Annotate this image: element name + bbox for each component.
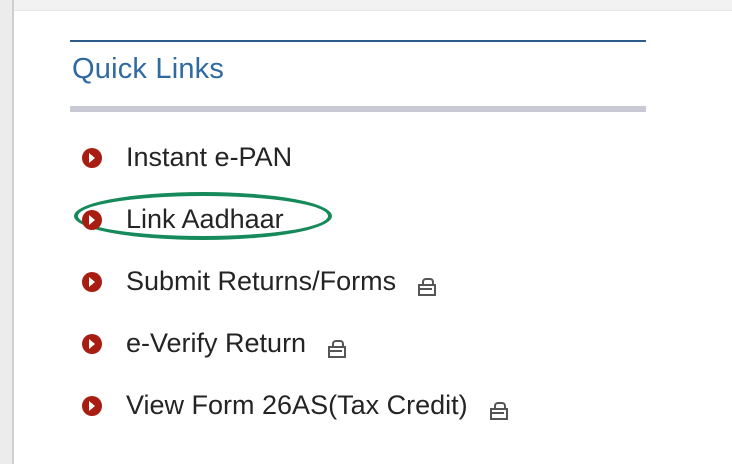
quick-link-label[interactable]: e-Verify Return (126, 326, 306, 360)
title-rule-top (70, 40, 646, 42)
quick-links-title: Quick Links (72, 53, 225, 85)
quick-links-list: Instant e-PAN Link Aadhaar Submit Return… (74, 140, 508, 450)
quick-link-link-aadhaar[interactable]: Link Aadhaar (74, 192, 508, 264)
quick-link-label[interactable]: Instant e-PAN (126, 140, 292, 174)
page: Quick Links Instant e-PAN Link Aadhaar S… (0, 0, 732, 464)
play-circle-icon (82, 210, 102, 230)
lock-icon (489, 402, 508, 420)
quick-link-label[interactable]: View Form 26AS(Tax Credit) (126, 388, 468, 422)
quick-link-instant-epan[interactable]: Instant e-PAN (82, 140, 508, 202)
lock-icon (418, 278, 437, 296)
quick-link-label[interactable]: Submit Returns/Forms (126, 264, 396, 298)
left-border (0, 0, 14, 464)
play-circle-icon (82, 396, 102, 416)
lock-icon (328, 340, 347, 358)
quick-link-label[interactable]: Link Aadhaar (126, 202, 284, 236)
play-circle-icon (82, 334, 102, 354)
quick-link-view-form-26as[interactable]: View Form 26AS(Tax Credit) (82, 388, 508, 450)
quick-links-panel: Quick Links Instant e-PAN Link Aadhaar S… (70, 40, 646, 450)
play-circle-icon (82, 148, 102, 168)
quick-link-submit-returns-forms[interactable]: Submit Returns/Forms (82, 264, 508, 326)
play-circle-icon (82, 272, 102, 292)
title-rule-bottom (70, 106, 646, 112)
top-border (0, 0, 732, 11)
quick-link-e-verify-return[interactable]: e-Verify Return (82, 326, 508, 388)
